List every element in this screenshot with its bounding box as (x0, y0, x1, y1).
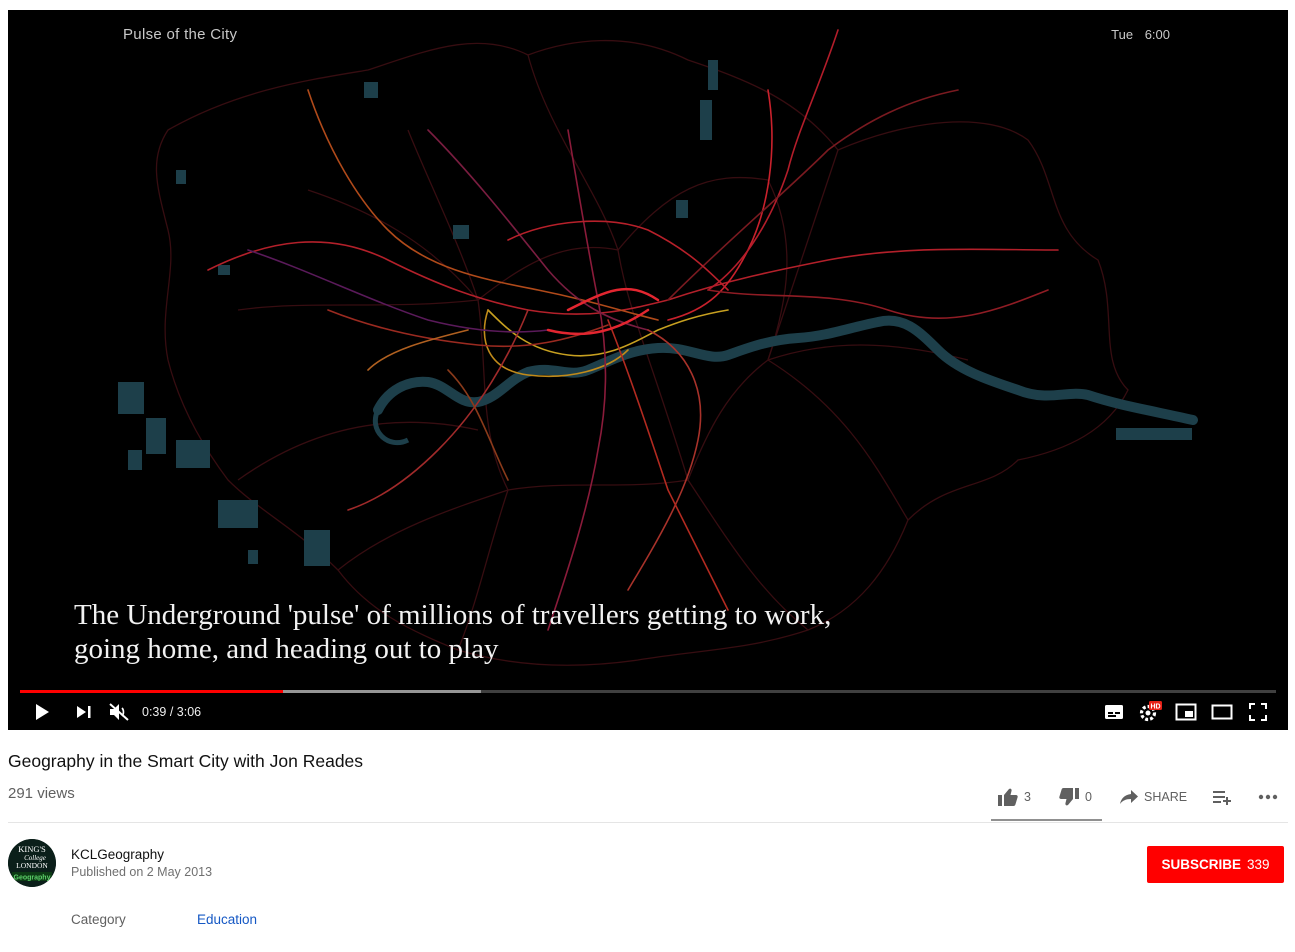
view-count: 291 views (8, 785, 75, 802)
settings-icon: HD (1139, 701, 1162, 722)
next-icon (77, 706, 91, 718)
share-icon (1120, 790, 1138, 804)
overlay-time: 6:00 (1144, 27, 1170, 42)
subtitles-button[interactable] (1102, 700, 1126, 724)
published-date: Published on 2 May 2013 (71, 865, 213, 879)
miniplayer-icon (1175, 703, 1197, 721)
divider (8, 822, 1288, 823)
theater-mode-button[interactable] (1210, 700, 1234, 724)
player-controls: 0:39 / 3:06 HD (8, 698, 1288, 726)
dislike-button[interactable]: 0 (1059, 784, 1092, 810)
caption-line-2: going home, and heading out to play (74, 633, 499, 665)
subtitles-icon (1105, 705, 1123, 719)
thames-river (373, 315, 1198, 425)
caption-line-1: The Underground 'pulse' of millions of t… (74, 599, 832, 631)
overlay-title: Pulse of the City (123, 26, 238, 43)
mute-button[interactable] (107, 700, 131, 724)
category-link[interactable]: Education (197, 912, 257, 927)
more-horizontal-icon (1258, 794, 1278, 800)
dislike-count: 0 (1085, 790, 1092, 804)
current-time: 0:39 (142, 705, 167, 719)
more-actions-button[interactable] (1258, 784, 1278, 810)
share-button[interactable]: SHARE (1120, 784, 1187, 810)
subscriber-count: 339 (1246, 857, 1270, 872)
overlay-clock: Tue 6:00 (1111, 27, 1170, 42)
mute-icon (109, 703, 129, 721)
subtitle-caption: The Underground 'pulse' of millions of t… (74, 598, 831, 666)
thumbs-up-icon (998, 788, 1018, 806)
progress-played (20, 690, 283, 693)
video-actions: 3 0 SHARE (990, 784, 1290, 810)
time-display: 0:39 / 3:06 (142, 705, 202, 719)
subscribe-label: SUBSCRIBE (1161, 857, 1241, 872)
play-button[interactable] (30, 700, 54, 724)
svg-text:KING'S: KING'S (18, 844, 46, 854)
video-player[interactable]: Pulse of the City Tue 6:00 The Undergrou… (8, 10, 1288, 730)
hd-badge: HD (1150, 703, 1160, 710)
fullscreen-button[interactable] (1246, 700, 1270, 724)
playlist-add-icon (1213, 791, 1231, 805)
play-icon (36, 704, 49, 720)
settings-button[interactable]: HD (1138, 700, 1162, 724)
category-label: Category (71, 912, 126, 927)
miniplayer-button[interactable] (1174, 700, 1198, 724)
share-label: SHARE (1144, 790, 1188, 804)
subscribe-button[interactable]: SUBSCRIBE 339 (1147, 846, 1284, 883)
progress-bar[interactable] (20, 690, 1276, 693)
svg-text:LONDON: LONDON (16, 861, 48, 870)
fullscreen-icon (1249, 703, 1267, 721)
channel-avatar[interactable]: KING'S College LONDON Geography (8, 839, 56, 887)
svg-text:Geography: Geography (14, 875, 51, 882)
overlay-day: Tue (1111, 27, 1134, 42)
video-title: Geography in the Smart City with Jon Rea… (8, 751, 364, 771)
channel-name[interactable]: KCLGeography (71, 847, 164, 862)
like-button[interactable]: 3 (998, 784, 1031, 810)
water-bodies (118, 60, 1192, 566)
save-to-playlist-button[interactable] (1212, 784, 1232, 810)
like-count: 3 (1024, 790, 1031, 804)
theater-icon (1211, 704, 1233, 720)
sentiment-bar (991, 819, 1102, 821)
thumbs-down-icon (1059, 788, 1079, 806)
kcl-logo: KING'S College LONDON Geography (8, 839, 56, 887)
duration: 3:06 (176, 705, 202, 719)
next-button[interactable] (72, 700, 96, 724)
